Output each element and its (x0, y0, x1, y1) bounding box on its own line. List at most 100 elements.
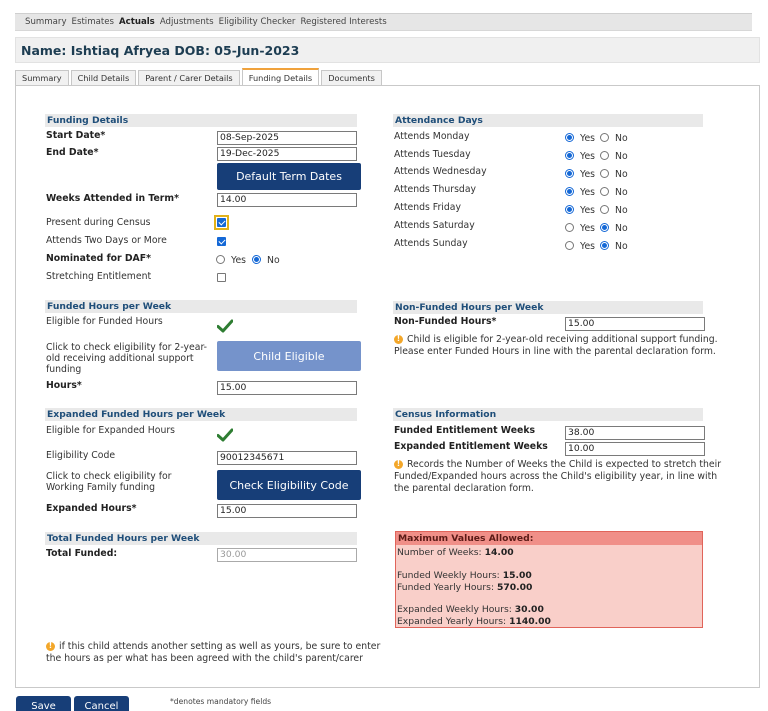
max-expanded-yearly: Expanded Yearly Hours: 1140.00 (397, 616, 551, 627)
attends-tuesday-label: Attends Tuesday (394, 149, 471, 160)
end-date-input[interactable]: 19-Dec-2025 (217, 147, 357, 161)
friday-no-radio[interactable] (600, 205, 609, 214)
title-bar: Name: Ishtiaq Afryea DOB: 05-Jun-2023 (15, 37, 760, 63)
funded-hours-header: Funded Hours per Week (45, 300, 357, 313)
nav-adjustments[interactable]: Adjustments (160, 17, 214, 27)
saturday-no-radio[interactable] (600, 223, 609, 232)
eligible-funded-label: Eligible for Funded Hours (46, 316, 163, 327)
hours-input[interactable]: 15.00 (217, 381, 357, 395)
friday-yes-label: Yes (580, 205, 596, 216)
nav-summary[interactable]: Summary (25, 17, 67, 27)
stretching-checkbox[interactable] (217, 273, 226, 282)
attends-wednesday-label: Attends Wednesday (394, 166, 487, 177)
non-funded-label: Non-Funded Hours* (394, 316, 497, 327)
monday-no-radio[interactable] (600, 133, 609, 142)
start-date-input[interactable]: 08-Sep-2025 (217, 131, 357, 145)
eligibility-code-input[interactable]: 90012345671 (217, 451, 357, 465)
daf-label: Nominated for DAF* (46, 253, 151, 264)
daf-yes-radio[interactable] (216, 255, 225, 264)
census-header: Census Information (393, 408, 703, 421)
total-funded-label: Total Funded: (46, 548, 118, 559)
check-working-family-text: Click to check eligibility for Working F… (46, 471, 172, 493)
saturday-yes-label: Yes (580, 223, 596, 234)
tab-summary[interactable]: Summary (15, 70, 69, 85)
friday-yes-radio[interactable] (565, 205, 574, 214)
funded-weeks-label: Funded Entitlement Weeks (394, 425, 536, 436)
funding-panel: Funding Details Start Date* 08-Sep-2025 … (15, 85, 760, 688)
sunday-yes-radio[interactable] (565, 241, 574, 250)
thursday-no-label: No (615, 187, 628, 198)
nav-eligibility-checker[interactable]: Eligibility Checker (219, 17, 296, 27)
tab-documents[interactable]: Documents (321, 70, 382, 85)
nav-actuals[interactable]: Actuals (119, 17, 155, 27)
default-term-dates-button[interactable]: Default Term Dates (217, 163, 361, 190)
sunday-no-label: No (615, 241, 628, 252)
two-days-checkbox[interactable] (217, 237, 226, 246)
saturday-no-label: No (615, 223, 628, 234)
tuesday-no-radio[interactable] (600, 151, 609, 160)
present-census-label: Present during Census (46, 217, 151, 228)
cancel-button[interactable]: Cancel (74, 696, 129, 711)
non-funded-input[interactable]: 15.00 (565, 317, 705, 331)
max-funded-weekly: Funded Weekly Hours: 15.00 (397, 570, 532, 581)
end-date-label: End Date* (46, 147, 99, 158)
wednesday-no-label: No (615, 169, 628, 180)
max-values-header: Maximum Values Allowed: (396, 532, 702, 545)
monday-yes-radio[interactable] (565, 133, 574, 142)
daf-no-radio[interactable] (252, 255, 261, 264)
child-eligible-button[interactable]: Child Eligible (217, 341, 361, 371)
check-mark-icon (217, 319, 233, 333)
nav-estimates[interactable]: Estimates (72, 17, 114, 27)
stretching-label: Stretching Entitlement (46, 271, 152, 282)
page-title: Name: Ishtiaq Afryea DOB: 05-Jun-2023 (21, 42, 300, 58)
hours-label: Hours* (46, 380, 82, 391)
mandatory-note: *denotes mandatory fields (170, 697, 272, 706)
thursday-no-radio[interactable] (600, 187, 609, 196)
expanded-hours-input[interactable]: 15.00 (217, 504, 357, 518)
sunday-no-radio[interactable] (600, 241, 609, 250)
wednesday-no-radio[interactable] (600, 169, 609, 178)
census-info: Records the Number of Weeks the Child is… (394, 459, 722, 494)
sunday-yes-label: Yes (580, 241, 596, 252)
tab-bar: Summary Child Details Parent / Carer Det… (15, 68, 384, 85)
tuesday-yes-radio[interactable] (565, 151, 574, 160)
non-funded-header: Non-Funded Hours per Week (393, 301, 703, 314)
max-funded-yearly: Funded Yearly Hours: 570.00 (397, 582, 533, 593)
saturday-yes-radio[interactable] (565, 223, 574, 232)
weeks-attended-label: Weeks Attended in Term* (46, 193, 179, 204)
start-date-label: Start Date* (46, 130, 106, 141)
two-days-label: Attends Two Days or More (46, 235, 167, 246)
funding-details-header: Funding Details (45, 114, 357, 127)
tab-parent-carer-details[interactable]: Parent / Carer Details (138, 70, 240, 85)
top-nav: Summary Estimates Actuals Adjustments El… (15, 13, 752, 31)
tab-funding-details[interactable]: Funding Details (241, 68, 320, 85)
other-setting-note: if this child attends another setting as… (46, 641, 381, 664)
thursday-yes-radio[interactable] (565, 187, 574, 196)
funded-weeks-input[interactable]: 38.00 (565, 426, 705, 440)
check-mark-icon (217, 428, 233, 442)
tuesday-no-label: No (615, 151, 628, 162)
wednesday-yes-label: Yes (580, 169, 596, 180)
attends-monday-label: Attends Monday (394, 131, 470, 142)
max-expanded-weekly: Expanded Weekly Hours: 30.00 (397, 604, 544, 615)
tab-child-details[interactable]: Child Details (70, 70, 137, 85)
nav-registered-interests[interactable]: Registered Interests (300, 17, 386, 27)
non-funded-info: Child is eligible for 2-year-old receivi… (394, 334, 718, 357)
total-funded-header: Total Funded Hours per Week (45, 532, 357, 545)
expanded-hours-label: Expanded Hours* (46, 503, 137, 514)
attends-friday-label: Attends Friday (394, 202, 461, 213)
check-2yo-text: Click to check eligibility for 2-year-ol… (46, 342, 208, 375)
wednesday-yes-radio[interactable] (565, 169, 574, 178)
monday-yes-label: Yes (580, 133, 596, 144)
weeks-attended-input[interactable]: 14.00 (217, 193, 357, 207)
monday-no-label: No (615, 133, 628, 144)
attends-saturday-label: Attends Saturday (394, 220, 475, 231)
expanded-weeks-input[interactable]: 10.00 (565, 442, 705, 456)
tuesday-yes-label: Yes (580, 151, 596, 162)
total-funded-input: 30.00 (217, 548, 357, 562)
eligible-expanded-label: Eligible for Expanded Hours (46, 425, 176, 436)
save-button[interactable]: Save (16, 696, 71, 711)
expanded-hours-header: Expanded Funded Hours per Week (45, 408, 357, 421)
present-census-checkbox[interactable] (217, 218, 226, 227)
check-eligibility-code-button[interactable]: Check Eligibility Code (217, 470, 361, 500)
